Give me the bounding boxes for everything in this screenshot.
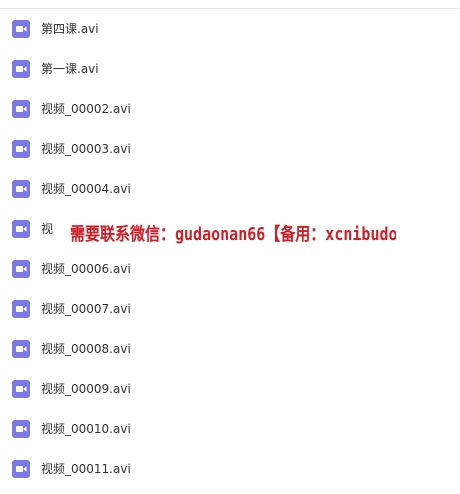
- file-row[interactable]: 视频_00004.avi: [0, 169, 460, 209]
- file-name: 视频_00008.avi: [41, 342, 131, 356]
- file-row[interactable]: 视频_00003.avi: [0, 129, 460, 169]
- video-file-icon: [12, 340, 30, 358]
- file-list: 第四课.avi 第一课.avi 视频_00002.avi 视频_00003.av…: [0, 9, 460, 489]
- video-file-icon: [12, 380, 30, 398]
- file-name: 视频_00002.avi: [41, 102, 131, 116]
- file-row[interactable]: 视频_00009.avi: [0, 369, 460, 409]
- file-name: 视频_00003.avi: [41, 142, 131, 156]
- watermark-text: 需要联系微信：gudaonan66【备用：xcnibudong0105】: [70, 219, 396, 249]
- file-name: 视频_00007.avi: [41, 302, 131, 316]
- video-file-icon: [12, 180, 30, 198]
- video-file-icon: [12, 420, 30, 438]
- video-file-icon: [12, 300, 30, 318]
- file-name: 第一课.avi: [41, 62, 99, 76]
- file-row[interactable]: 视频_00007.avi: [0, 289, 460, 329]
- file-row[interactable]: 第四课.avi: [0, 9, 460, 49]
- video-file-icon: [12, 220, 30, 238]
- video-file-icon: [12, 100, 30, 118]
- video-file-icon: [12, 60, 30, 78]
- file-name: 第四课.avi: [41, 22, 99, 36]
- file-name: 视: [41, 222, 54, 236]
- video-file-icon: [12, 260, 30, 278]
- video-file-icon: [12, 460, 30, 478]
- file-name: 视频_00011.avi: [41, 462, 131, 476]
- file-name: 视频_00004.avi: [41, 182, 131, 196]
- file-row[interactable]: 视频_00010.avi: [0, 409, 460, 449]
- file-row[interactable]: 视频_00011.avi: [0, 449, 460, 489]
- video-file-icon: [12, 20, 30, 38]
- file-row[interactable]: 视频_00006.avi: [0, 249, 460, 289]
- file-name: 视频_00006.avi: [41, 262, 131, 276]
- video-file-icon: [12, 140, 30, 158]
- file-row[interactable]: 视频_00002.avi: [0, 89, 460, 129]
- file-name: 视频_00009.avi: [41, 382, 131, 396]
- file-row[interactable]: 第一课.avi: [0, 49, 460, 89]
- file-row[interactable]: 视频_00008.avi: [0, 329, 460, 369]
- file-name: 视频_00010.avi: [41, 422, 131, 436]
